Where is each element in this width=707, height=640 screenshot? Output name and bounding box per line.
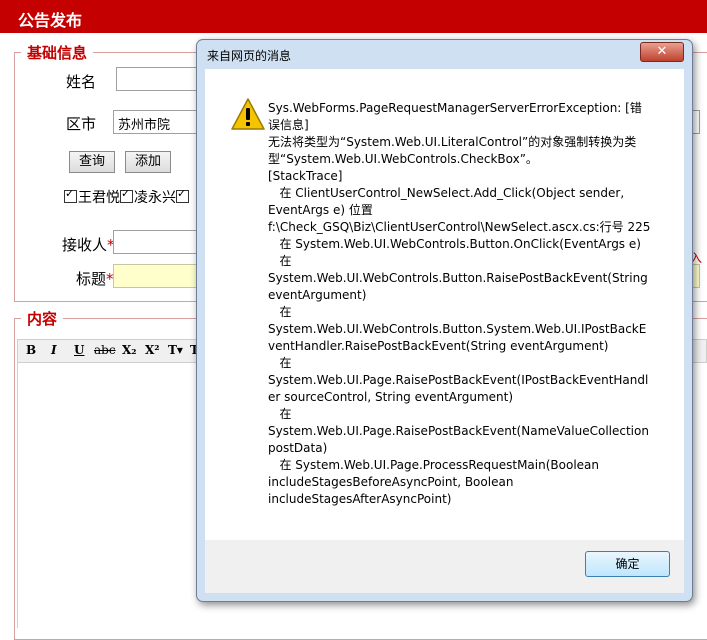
italic-button[interactable]: I: [51, 343, 57, 357]
dialog-footer: 确定: [205, 540, 684, 593]
user-name: 凌永兴: [134, 190, 176, 206]
user-checkbox[interactable]: [64, 187, 77, 203]
district-label: 区市: [66, 115, 97, 133]
font-dropdown-button[interactable]: T▾: [168, 343, 183, 357]
name-label: 姓名: [66, 73, 97, 91]
title-input[interactable]: [113, 264, 203, 288]
message-dialog: 来自网页的消息 ✕ Sys.WebForms.PageRequestManage…: [196, 39, 693, 602]
warning-icon: [231, 98, 265, 130]
user-checkbox[interactable]: [176, 187, 189, 203]
basic-info-legend: 基础信息: [27, 44, 88, 62]
superscript-button[interactable]: X²: [145, 343, 160, 357]
district-value: 苏州市院: [118, 118, 171, 133]
dialog-title: 来自网页的消息: [207, 49, 292, 63]
underline-button[interactable]: U: [74, 343, 84, 357]
user-checkbox[interactable]: [120, 187, 133, 203]
user-name: 王君悦: [78, 190, 120, 206]
title-label: 标题*: [76, 270, 114, 288]
query-button[interactable]: 查询: [69, 151, 115, 173]
error-message: Sys.WebForms.PageRequestManagerServerErr…: [268, 101, 651, 506]
strikethrough-button[interactable]: abc: [94, 343, 116, 357]
page-header: 公告发布: [0, 0, 707, 33]
page-title: 公告发布: [18, 11, 83, 30]
subscript-button[interactable]: X₂: [122, 343, 137, 357]
close-button[interactable]: ✕: [640, 42, 684, 62]
selected-users-list: 王君悦凌永兴: [64, 187, 190, 207]
recipient-label: 接收人*: [62, 236, 115, 254]
content-legend: 内容: [27, 310, 58, 328]
ok-button[interactable]: 确定: [585, 551, 670, 577]
close-icon: ✕: [656, 44, 668, 59]
bold-button[interactable]: B: [26, 343, 36, 357]
dialog-body: Sys.WebForms.PageRequestManagerServerErr…: [205, 69, 684, 540]
add-button[interactable]: 添加: [125, 151, 171, 173]
recipient-input[interactable]: [113, 230, 203, 254]
